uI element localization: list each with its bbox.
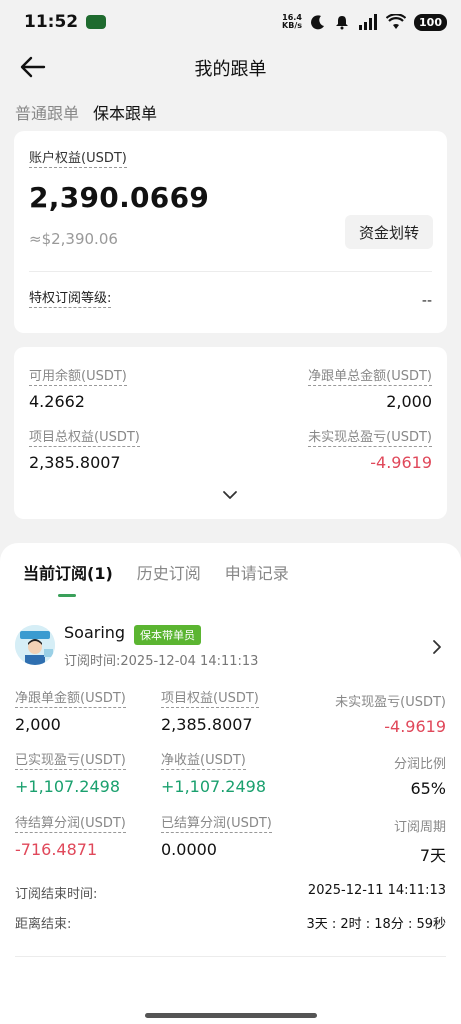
- project-total-equity-label[interactable]: 项目总权益(USDT): [29, 430, 140, 447]
- unrealized-pnl-value: -4.9619: [384, 717, 446, 736]
- battery-indicator: 100: [414, 13, 447, 31]
- realized-pnl-label[interactable]: 已实现盈亏(USDT): [15, 753, 126, 770]
- nav-bar: 我的跟单: [0, 44, 461, 90]
- privilege-tier-label[interactable]: 特权订阅等级:: [29, 291, 112, 308]
- profit-share-ratio-label: 分润比例: [393, 757, 446, 772]
- subscription-end-time-value: 2025-12-11 14:11:13: [307, 883, 446, 898]
- net-follow-amount-label[interactable]: 净跟单金额(USDT): [15, 691, 126, 708]
- time-remaining-label: 距离结束:: [15, 917, 72, 932]
- home-indicator[interactable]: [145, 1013, 317, 1018]
- account-equity-card: 账户权益(USDT) 2,390.0669 ≈$2,390.06 资金划转 特权…: [14, 131, 447, 333]
- signal-icon: [359, 14, 378, 30]
- unrealized-total-pnl-label[interactable]: 未实现总盈亏(USDT): [308, 430, 432, 447]
- available-balance-value: 4.2662: [29, 391, 85, 411]
- trader-name[interactable]: Soaring: [64, 623, 125, 642]
- bell-mute-icon: [336, 16, 349, 30]
- privilege-tier-value: --: [421, 293, 432, 309]
- subscriptions-panel: 当前订阅(1) 历史订阅 申请记录 Soaring 保本带单员 订阅时间:202…: [0, 543, 461, 1024]
- tab-application-records[interactable]: 申请记录: [225, 560, 289, 584]
- page-title: 我的跟单: [194, 59, 267, 80]
- equity-value: 2,390.0669: [29, 181, 210, 214]
- net-follow-total-value: 2,000: [386, 391, 432, 411]
- net-follow-amount: 净跟单金额(USDT) 2,000: [15, 691, 126, 734]
- settled-profit-share-label[interactable]: 已结算分润(USDT): [161, 816, 272, 833]
- pending-profit-share-label[interactable]: 待结算分润(USDT): [15, 816, 126, 833]
- net-follow-amount-value: 2,000: [15, 714, 61, 734]
- subscription-period-label: 订阅周期: [393, 820, 446, 835]
- settled-profit-share-value: 0.0000: [161, 839, 217, 859]
- project-equity-label[interactable]: 项目权益(USDT): [161, 691, 259, 708]
- copy-type-tabs: 普通跟单 保本跟单: [15, 100, 157, 124]
- available-balance-label[interactable]: 可用余额(USDT): [29, 369, 127, 386]
- realized-pnl-value: +1,107.2498: [15, 776, 121, 796]
- tab-history-subscriptions[interactable]: 历史订阅: [137, 560, 201, 584]
- tab-guaranteed-copy[interactable]: 保本跟单: [93, 100, 157, 124]
- divider: [29, 271, 432, 272]
- fund-transfer-button[interactable]: 资金划转: [345, 215, 433, 249]
- net-profit-value: +1,107.2498: [161, 776, 267, 796]
- network-speed: 16.4 KB/s: [282, 13, 303, 30]
- account-stats-card: 可用余额(USDT) 4.2662 净跟单总金额(USDT) 2,000 项目总…: [14, 347, 447, 519]
- profit-share-ratio-value: 65%: [410, 779, 446, 798]
- unrealized-total-pnl: 未实现总盈亏(USDT) -4.9619: [308, 430, 432, 472]
- realized-pnl: 已实现盈亏(USDT) +1,107.2498: [15, 753, 126, 796]
- time-remaining-value: 3天 : 2时 : 18分 : 59秒: [306, 917, 446, 932]
- unrealized-pnl: 未实现盈亏(USDT) -4.9619: [335, 691, 446, 736]
- trader-type-badge: 保本带单员: [134, 625, 201, 645]
- subscription-end-time-row: 订阅结束时间: 2025-12-11 14:11:13: [15, 883, 446, 902]
- tab-current-subscriptions[interactable]: 当前订阅(1): [23, 560, 113, 584]
- divider: [15, 956, 446, 957]
- unrealized-pnl-label: 未实现盈亏(USDT): [335, 695, 446, 710]
- status-bar: 11:52 16.4 KB/s 100: [0, 0, 461, 44]
- app-notification-icon: [86, 15, 107, 29]
- status-icons: 16.4 KB/s 100: [282, 13, 447, 31]
- tab-normal-copy[interactable]: 普通跟单: [15, 100, 79, 124]
- subscription-period-value: 7天: [419, 846, 446, 865]
- pending-profit-share: 待结算分润(USDT) -716.4871: [15, 816, 126, 859]
- avatar[interactable]: [15, 625, 55, 665]
- status-time: 11:52: [24, 12, 79, 32]
- pending-profit-share-value: -716.4871: [15, 839, 98, 859]
- settled-profit-share: 已结算分润(USDT) 0.0000: [161, 816, 272, 859]
- available-balance: 可用余额(USDT) 4.2662: [29, 369, 127, 411]
- subscription-end-time-label: 订阅结束时间:: [15, 887, 98, 902]
- subscription-tabs: 当前订阅(1) 历史订阅 申请记录: [23, 560, 289, 584]
- equity-label[interactable]: 账户权益(USDT): [29, 151, 127, 168]
- moon-icon: [311, 15, 325, 30]
- time-remaining-row: 距离结束: 3天 : 2时 : 18分 : 59秒: [15, 913, 446, 932]
- profit-share-ratio: 分润比例 65%: [394, 753, 446, 798]
- project-equity: 项目权益(USDT) 2,385.8007: [161, 691, 259, 734]
- project-total-equity-value: 2,385.8007: [29, 452, 121, 472]
- subscription-time: 订阅时间:2025-12-04 14:11:13: [64, 654, 259, 669]
- active-tab-indicator: [58, 594, 76, 597]
- subscription-period: 订阅周期 7天: [394, 816, 446, 866]
- net-follow-total-label[interactable]: 净跟单总金额(USDT): [308, 369, 432, 386]
- chevron-down-icon[interactable]: [220, 488, 240, 502]
- net-profit-label[interactable]: 净收益(USDT): [161, 753, 246, 770]
- wifi-icon: [386, 14, 407, 29]
- net-profit: 净收益(USDT) +1,107.2498: [161, 753, 266, 796]
- chevron-right-icon[interactable]: [431, 638, 443, 656]
- project-equity-value: 2,385.8007: [161, 714, 253, 734]
- unrealized-total-pnl-value: -4.9619: [370, 452, 432, 472]
- equity-approx-usd: ≈$2,390.06: [29, 230, 118, 248]
- project-total-equity: 项目总权益(USDT) 2,385.8007: [29, 430, 140, 472]
- net-follow-total: 净跟单总金额(USDT) 2,000: [308, 369, 432, 411]
